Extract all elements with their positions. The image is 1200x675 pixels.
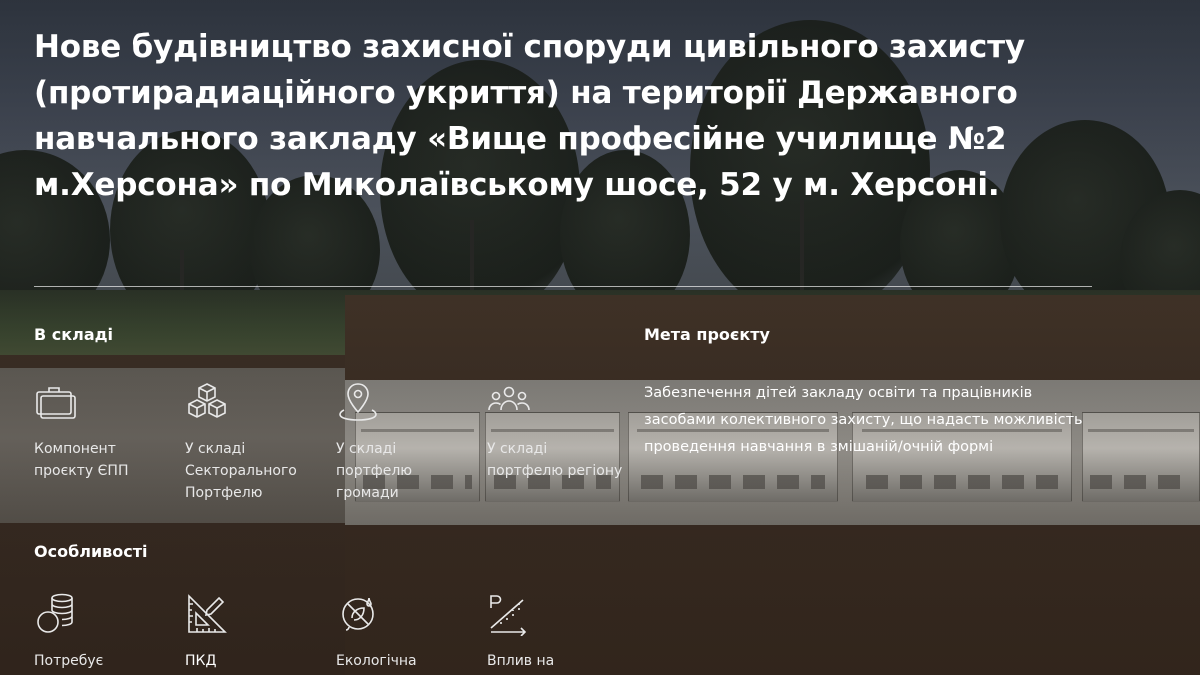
goal-heading: Мета проєкту — [644, 325, 770, 344]
composition-item-label: У складі Секторального Портфелю — [185, 441, 297, 501]
people-group-icon — [487, 380, 531, 424]
composition-item-label: У складі портфелю громади — [336, 441, 413, 501]
feature-item-funding: Потребує — [34, 592, 174, 672]
ramp-chart-icon — [487, 592, 531, 637]
page-title: Нове будівництво захисної споруди цивіль… — [34, 29, 1025, 203]
divider — [34, 286, 1092, 287]
composition-heading: В складі — [34, 325, 114, 344]
features-heading: Особливості — [34, 542, 148, 561]
briefcase-icon — [34, 380, 78, 424]
ruler-triangle-icon — [185, 592, 229, 636]
feature-item-label: Потребує — [34, 653, 104, 669]
page-content: Нове будівництво захисної споруди цивіль… — [0, 0, 1200, 675]
goal-text: Забезпечення дітей закладу освіти та пра… — [644, 385, 1083, 455]
coins-icon — [34, 592, 78, 636]
composition-item-sector: У складі Секторального Портфелю — [185, 380, 325, 504]
feature-item-ecology: Екологічна — [336, 592, 476, 672]
composition-item-community: У складі портфелю громади — [336, 380, 476, 504]
feature-item-label: Екологічна — [336, 653, 417, 669]
location-pin-icon — [336, 380, 380, 424]
feature-item-label: Вплив на — [487, 653, 555, 669]
composition-item-region: У складі портфелю регіону — [487, 380, 627, 482]
composition-item-epp: Компонент проєкту ЄПП — [34, 380, 174, 482]
composition-item-label: Компонент проєкту ЄПП — [34, 441, 129, 479]
feature-item-pkd: ПКД — [185, 592, 325, 672]
feature-item-label: ПКД — [185, 653, 217, 669]
feature-item-impact: Вплив на — [487, 592, 627, 672]
eco-leaf-icon — [336, 592, 380, 636]
composition-item-label: У складі портфелю регіону — [487, 441, 623, 479]
cubes-icon — [185, 380, 229, 424]
